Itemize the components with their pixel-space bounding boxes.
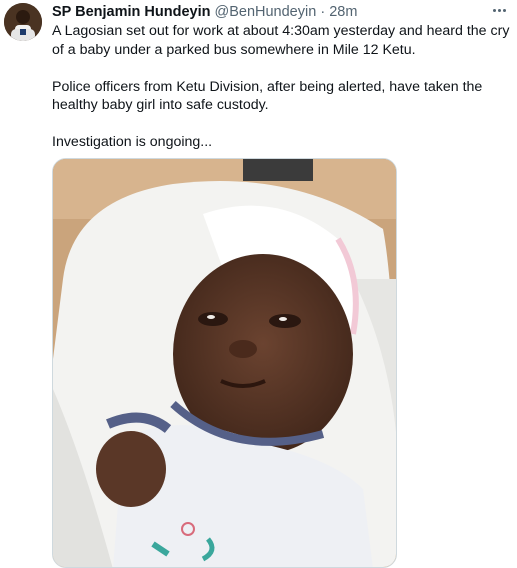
tweet-paragraph: Police officers from Ketu Division, afte…	[52, 78, 483, 114]
tweet[interactable]: SP Benjamin Hundeyin @BenHundeyin · 28m …	[0, 0, 517, 568]
tweet-text: A Lagosian set out for work at about 4:3…	[52, 22, 510, 152]
baby-photo-image	[53, 159, 396, 567]
tweet-header: SP Benjamin Hundeyin @BenHundeyin · 28m	[52, 3, 517, 21]
author-handle[interactable]: @BenHundeyin	[215, 4, 317, 20]
separator-dot: ·	[320, 4, 326, 20]
more-horizontal-icon	[497, 8, 501, 12]
more-button[interactable]	[487, 2, 511, 18]
tweet-paragraph: Investigation is ongoing...	[52, 134, 213, 150]
more-horizontal-icon	[502, 8, 506, 12]
tweet-paragraph: A Lagosian set out for work at about 4:3…	[52, 23, 510, 58]
avatar[interactable]	[4, 3, 42, 41]
timestamp[interactable]: 28m	[329, 4, 357, 20]
author-name[interactable]: SP Benjamin Hundeyin	[52, 4, 210, 20]
tweet-photo[interactable]	[52, 158, 397, 568]
more-horizontal-icon	[492, 8, 496, 12]
avatar-image	[4, 3, 42, 41]
